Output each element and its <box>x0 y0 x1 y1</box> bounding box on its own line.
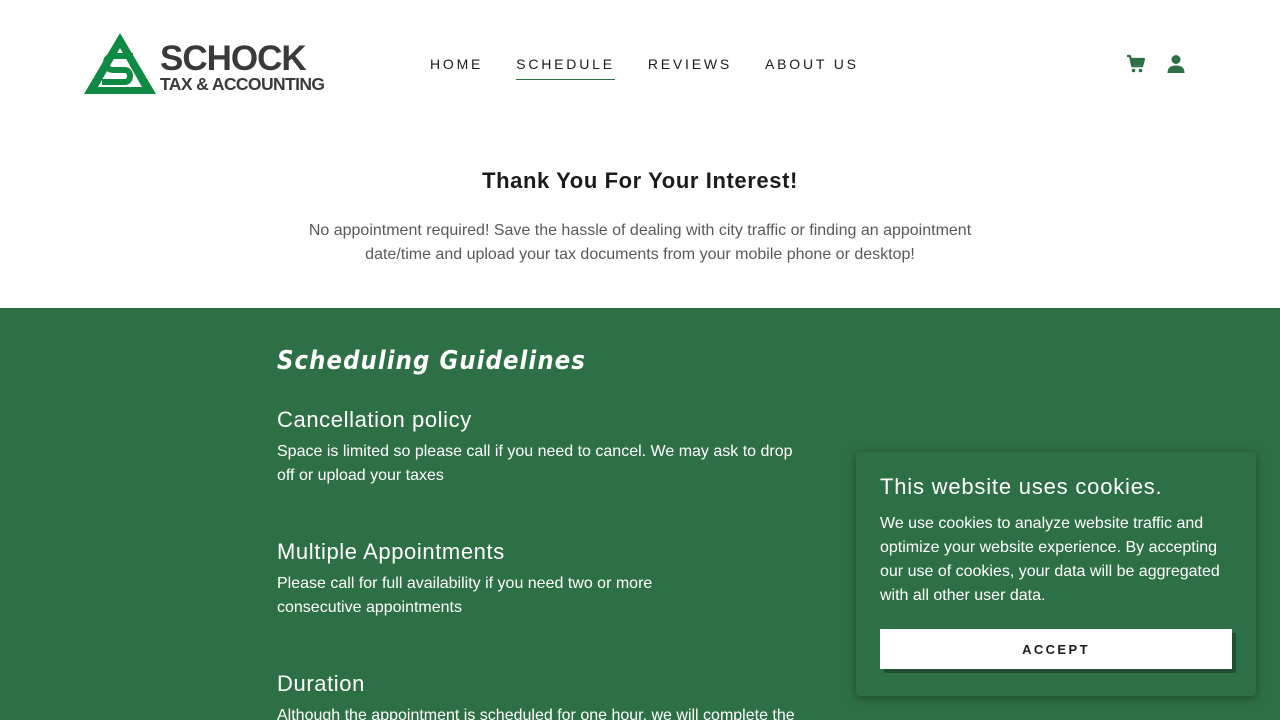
nav-reviews[interactable]: REVIEWS <box>648 55 732 80</box>
main-nav: HOME SCHEDULE REVIEWS ABOUT US <box>430 55 892 80</box>
guideline-heading: Duration <box>277 671 365 696</box>
guideline-text: Please call for full availability if you… <box>277 575 653 616</box>
nav-home[interactable]: HOME <box>430 55 483 80</box>
guideline-text: Although the appointment is scheduled fo… <box>277 707 795 720</box>
nav-about-us[interactable]: ABOUT US <box>765 55 859 80</box>
cart-icon[interactable] <box>1124 52 1148 76</box>
logo[interactable]: SCHOCK TAX & ACCOUNTING <box>84 32 325 96</box>
guideline-item-multiple-appointments: Multiple Appointments Please call for fu… <box>277 538 807 620</box>
guideline-heading: Multiple Appointments <box>277 539 505 564</box>
cookie-title: This website uses cookies. <box>880 474 1163 499</box>
nav-schedule[interactable]: SCHEDULE <box>516 55 615 80</box>
logo-name: SCHOCK <box>160 39 307 78</box>
accept-cookies-button[interactable]: ACCEPT <box>880 629 1232 669</box>
guideline-item-cancellation: Cancellation policy Space is limited so … <box>277 406 807 488</box>
cookie-banner: This website uses cookies. We use cookie… <box>856 452 1256 696</box>
cookie-text: We use cookies to analyze website traffi… <box>880 515 1220 604</box>
logo-subtitle: TAX & ACCOUNTING <box>160 74 325 94</box>
site-header: SCHOCK TAX & ACCOUNTING HOME SCHEDULE RE… <box>0 0 1280 128</box>
intro-title: Thank You For Your Interest! <box>482 168 798 193</box>
user-icon[interactable] <box>1164 52 1188 76</box>
guideline-item-duration: Duration Although the appointment is sch… <box>277 670 807 720</box>
logo-mark-icon <box>84 33 156 94</box>
guideline-text: Space is limited so please call if you n… <box>277 443 793 484</box>
section-title: Scheduling Guidelines <box>277 346 586 376</box>
guideline-heading: Cancellation policy <box>277 407 472 432</box>
intro-text: No appointment required! Save the hassle… <box>308 222 972 263</box>
